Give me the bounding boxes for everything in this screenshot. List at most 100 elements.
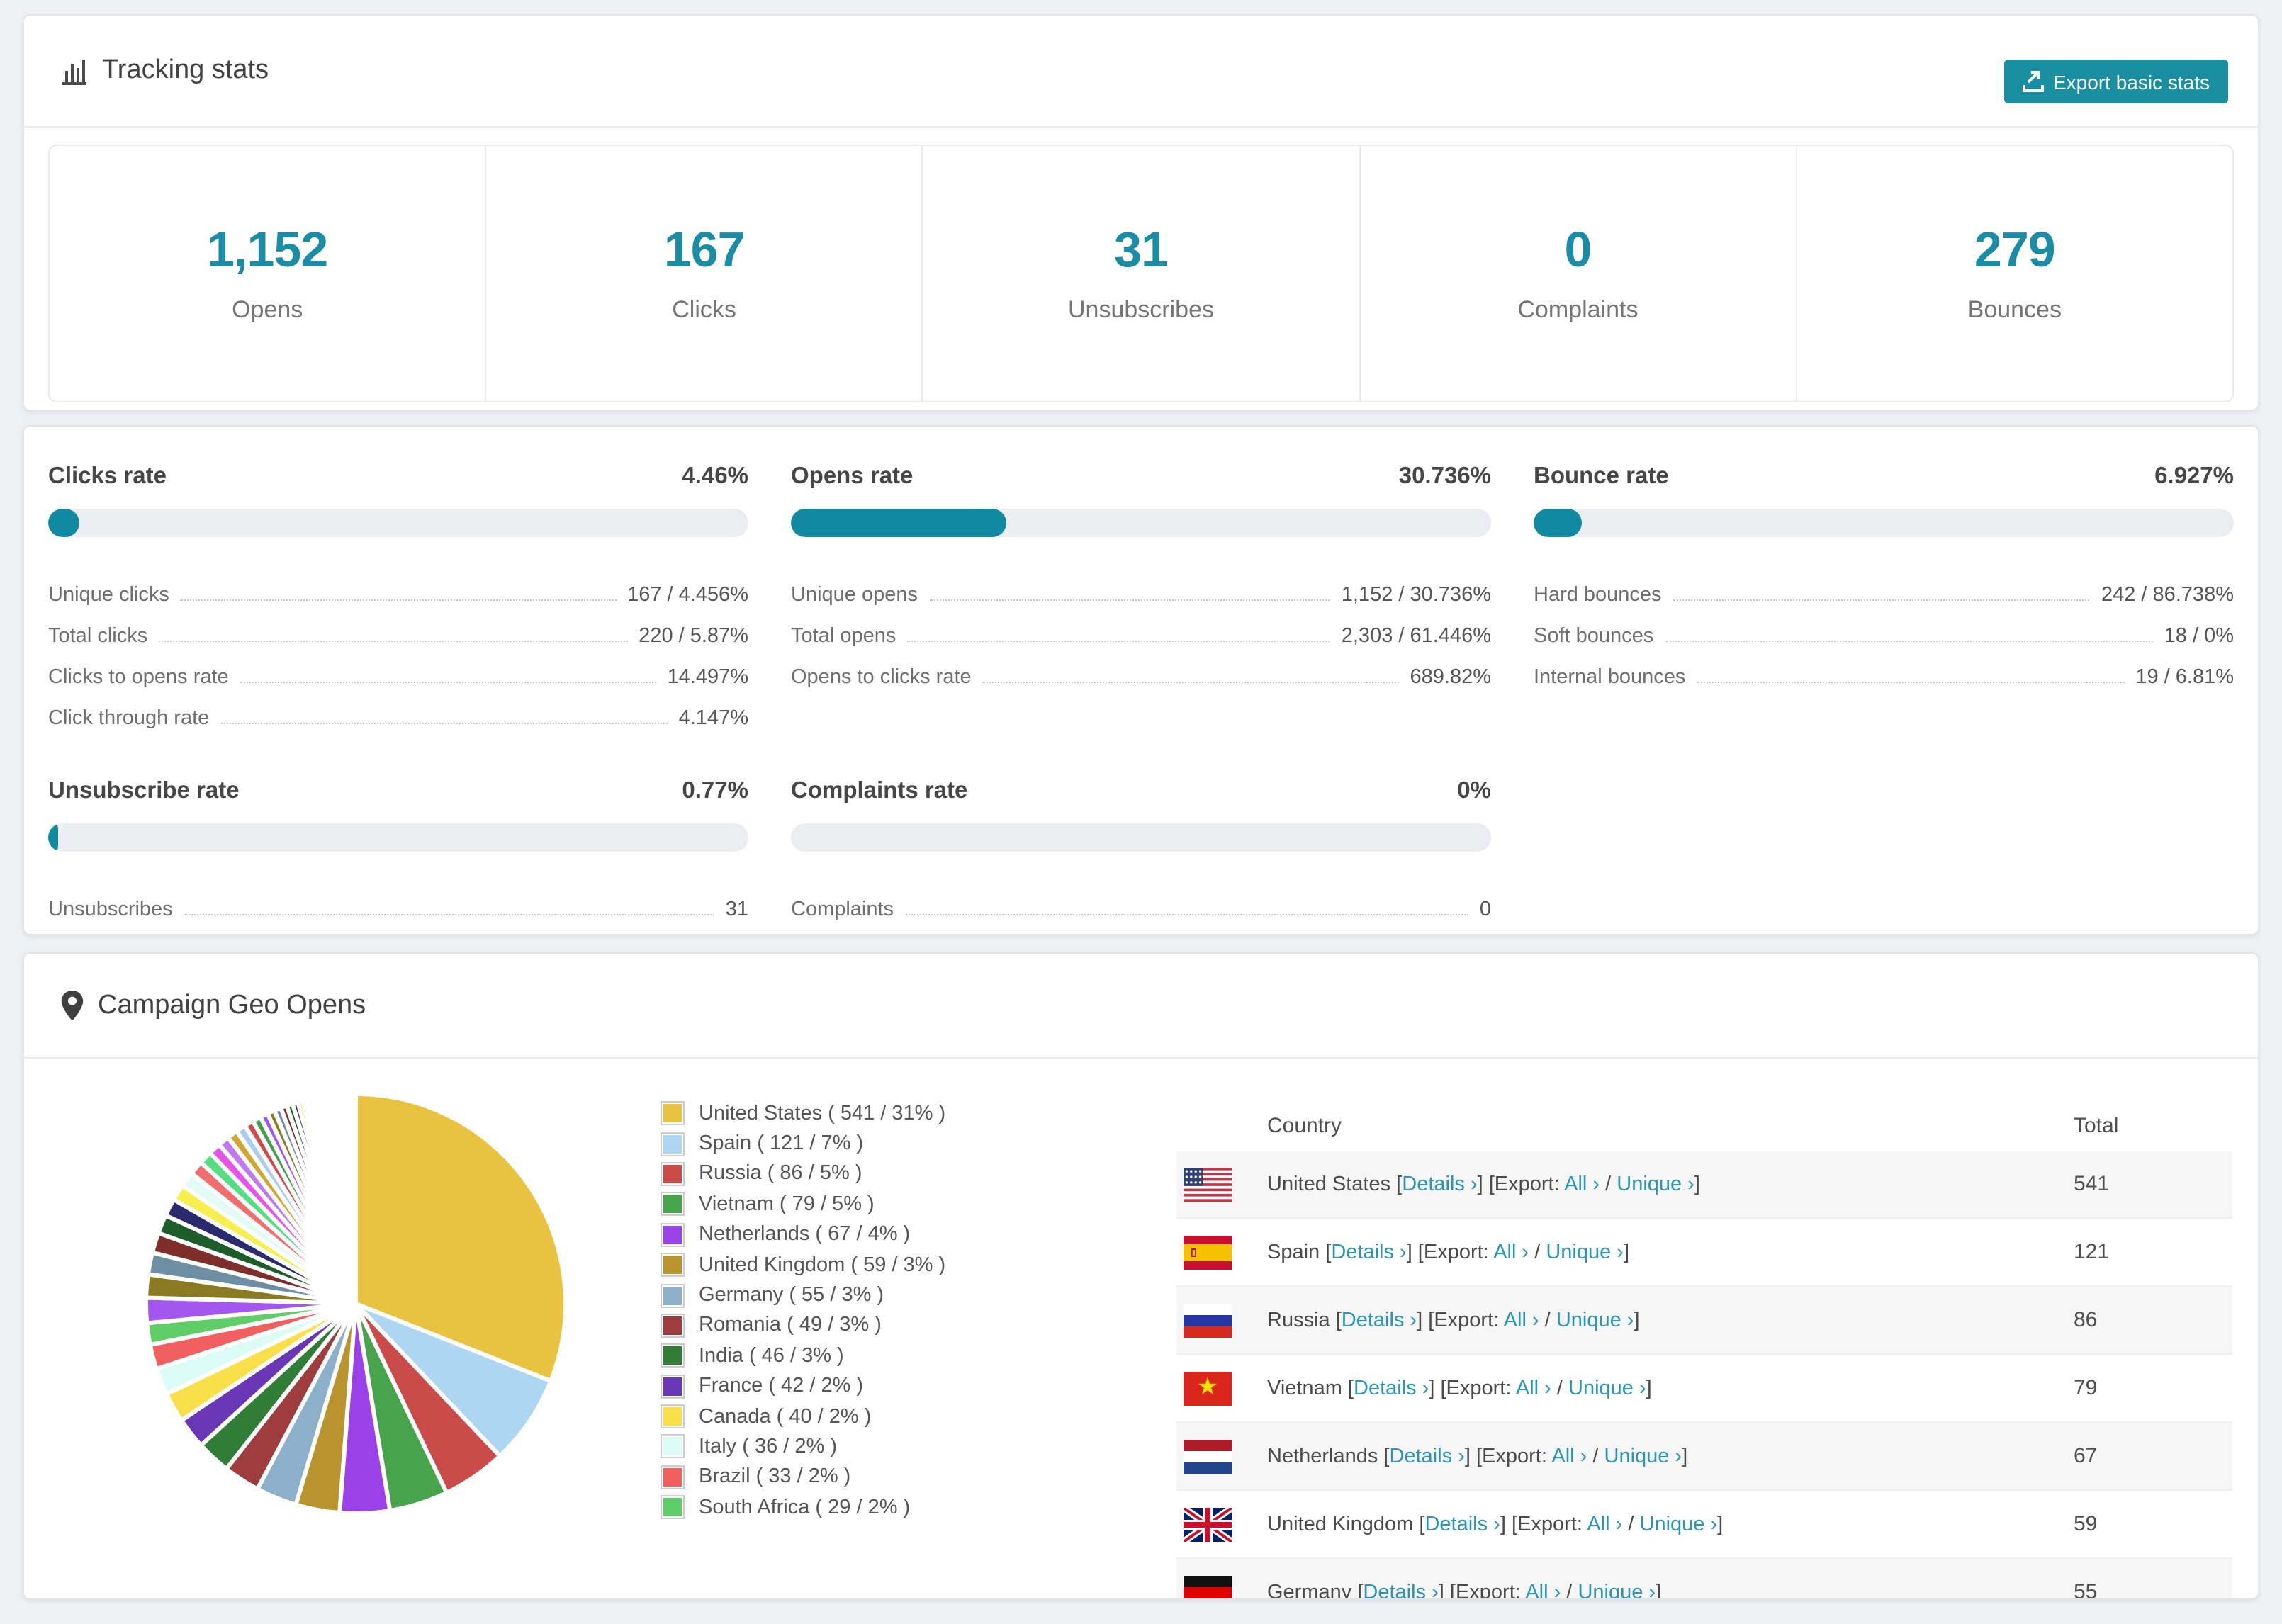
export-button-label: Export basic stats: [2053, 70, 2210, 93]
legend-label: Vietnam ( 79 / 5% ): [699, 1192, 875, 1216]
rate-detail-row: Soft bounces 18 / 0%: [1534, 607, 2234, 648]
rate-detail-row: Click through rate 4.147%: [48, 689, 748, 730]
rate-detail-row: Clicks to opens rate 14.497%: [48, 648, 748, 689]
legend-swatch: [661, 1253, 685, 1278]
details-link[interactable]: Details ›: [1363, 1581, 1438, 1598]
legend-item: Canada ( 40 / 2% ): [661, 1402, 945, 1432]
rate-detail-label: Unsubscribes: [48, 898, 173, 921]
country-total: 67: [2074, 1444, 2098, 1468]
country-cell: Vietnam [Details ›] [Export: All › / Uni…: [1267, 1377, 1652, 1399]
export-unique-link[interactable]: Unique ›: [1568, 1377, 1646, 1399]
rates-grid: Clicks rate 4.46% Unique clicks 167 / 4.…: [48, 463, 2234, 921]
rate-title: Opens rate: [791, 463, 914, 489]
dotted-leader: [907, 641, 1330, 642]
legend-swatch: [661, 1101, 685, 1126]
rate-value: 0.77%: [682, 778, 748, 803]
rate-detail-row: Internal bounces 19 / 6.81%: [1534, 648, 2234, 689]
dotted-leader: [1673, 599, 2090, 601]
export-basic-stats-button[interactable]: Export basic stats: [2003, 60, 2228, 103]
rate-detail-value: 689.82%: [1410, 666, 1492, 689]
legend-swatch: [661, 1404, 685, 1429]
details-link[interactable]: Details ›: [1402, 1173, 1477, 1195]
rate-detail-value: 31: [725, 898, 748, 921]
rate-detail-row: Hard bounces 242 / 86.738%: [1534, 565, 2234, 607]
legend-label: France ( 42 / 2% ): [699, 1375, 864, 1398]
rate-detail-value: 19 / 6.81%: [2135, 666, 2234, 689]
country-flag-icon: [1184, 1235, 1232, 1269]
export-unique-link[interactable]: Unique ›: [1546, 1241, 1624, 1263]
stat-cell: 1,152 Opens: [50, 146, 485, 401]
rate-detail-value: 167 / 4.456%: [627, 584, 748, 607]
rate-detail-label: Unique clicks: [48, 584, 169, 607]
geo-legend: United States ( 541 / 31% ) Spain ( 121 …: [661, 1098, 945, 1523]
legend-item: Netherlands ( 67 / 4% ): [661, 1219, 945, 1250]
geo-table-col-country: Country: [1267, 1114, 1342, 1138]
geo-header: Campaign Geo Opens: [24, 954, 2258, 1059]
stat-label: Complaints: [1517, 296, 1639, 323]
geo-table: Country Total United States [Details ›] …: [1176, 1101, 2232, 1600]
rate-detail-row: Unique opens 1,152 / 30.736%: [791, 565, 1491, 607]
export-all-link[interactable]: All ›: [1587, 1513, 1622, 1535]
legend-label: India ( 46 / 3% ): [699, 1344, 844, 1368]
legend-swatch: [661, 1283, 685, 1308]
export-all-link[interactable]: All ›: [1493, 1241, 1529, 1263]
dotted-leader: [982, 682, 1399, 683]
export-unique-link[interactable]: Unique ›: [1617, 1173, 1694, 1195]
dotted-leader: [929, 599, 1330, 601]
rate-progress-bar: [48, 509, 748, 537]
rate-detail-value: 18 / 0%: [2164, 625, 2234, 648]
rate-value: 6.927%: [2154, 463, 2234, 489]
legend-item: Vietnam ( 79 / 5% ): [661, 1189, 945, 1219]
export-unique-link[interactable]: Unique ›: [1604, 1445, 1682, 1467]
stat-label: Unsubscribes: [1068, 296, 1214, 323]
export-all-link[interactable]: All ›: [1525, 1581, 1561, 1598]
rate-detail-label: Total opens: [791, 625, 896, 648]
details-link[interactable]: Details ›: [1342, 1309, 1417, 1331]
export-unique-link[interactable]: Unique ›: [1578, 1581, 1656, 1598]
country-name: United Kingdom: [1267, 1513, 1414, 1535]
legend-item: South Africa ( 29 / 2% ): [661, 1492, 945, 1523]
details-link[interactable]: Details ›: [1331, 1241, 1406, 1263]
country-total: 121: [2074, 1240, 2110, 1264]
legend-label: Germany ( 55 / 3% ): [699, 1284, 884, 1307]
legend-item: Romania ( 49 / 3% ): [661, 1310, 945, 1341]
details-link[interactable]: Details ›: [1354, 1377, 1429, 1399]
legend-swatch: [661, 1465, 685, 1489]
country-name: Vietnam: [1267, 1377, 1342, 1399]
rate-detail-row: Unique clicks 167 / 4.456%: [48, 565, 748, 607]
stat-cell: 0 Complaints: [1359, 146, 1795, 401]
country-flag-icon: [1184, 1303, 1232, 1337]
geo-table-rows: United States [Details ›] [Export: All ›…: [1176, 1151, 2232, 1600]
legend-swatch: [661, 1434, 685, 1459]
stat-label: Opens: [232, 296, 303, 323]
export-all-link[interactable]: All ›: [1516, 1377, 1551, 1399]
legend-swatch: [661, 1192, 685, 1217]
rate-title: Unsubscribe rate: [48, 778, 240, 803]
rate-detail-label: Hard bounces: [1534, 584, 1662, 607]
export-unique-link[interactable]: Unique ›: [1556, 1309, 1634, 1331]
stat-value: 31: [1114, 222, 1169, 278]
country-name: Germany: [1267, 1581, 1352, 1600]
legend-swatch: [661, 1374, 685, 1399]
legend-item: Brazil ( 33 / 2% ): [661, 1462, 945, 1492]
export-all-link[interactable]: All ›: [1551, 1445, 1587, 1467]
geo-table-row: Spain [Details ›] [Export: All › / Uniqu…: [1176, 1219, 2232, 1287]
dotted-leader: [220, 723, 668, 724]
export-unique-link[interactable]: Unique ›: [1640, 1513, 1718, 1535]
country-cell: Spain [Details ›] [Export: All › / Uniqu…: [1267, 1241, 1630, 1263]
legend-swatch: [661, 1343, 685, 1368]
rate-detail-value: 0: [1479, 898, 1491, 921]
legend-label: Italy ( 36 / 2% ): [699, 1435, 838, 1458]
legend-label: Brazil ( 33 / 2% ): [699, 1465, 851, 1489]
rate-value: 0%: [1457, 778, 1491, 803]
rate-progress-fill: [1534, 509, 1583, 537]
rate-detail-value: 14.497%: [667, 666, 749, 689]
country-flag-icon: [1184, 1507, 1232, 1541]
rate-detail-row: Unsubscribes 31: [48, 880, 748, 921]
legend-label: United Kingdom ( 59 / 3% ): [699, 1253, 946, 1277]
details-link[interactable]: Details ›: [1424, 1513, 1500, 1535]
export-all-link[interactable]: All ›: [1564, 1173, 1600, 1195]
dotted-leader: [905, 914, 1468, 915]
details-link[interactable]: Details ›: [1390, 1445, 1465, 1467]
export-all-link[interactable]: All ›: [1504, 1309, 1539, 1331]
